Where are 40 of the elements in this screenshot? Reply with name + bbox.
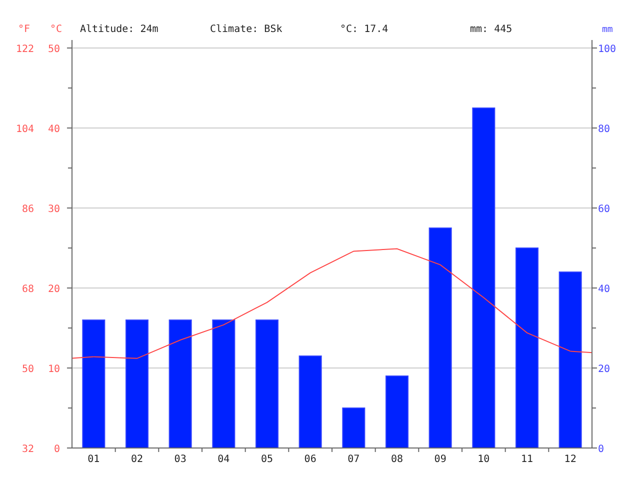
tick-label: 86	[22, 204, 34, 215]
tick-label: 10	[478, 454, 490, 465]
summary-text: Altitude: 24m	[80, 24, 158, 35]
tick-label: 03	[174, 454, 186, 465]
tick-label: 100	[598, 44, 616, 55]
tick-label: 11	[520, 454, 534, 465]
summary-text: Climate: BSk	[210, 24, 282, 35]
tick-label: 50	[48, 44, 60, 55]
tick-label: 0	[54, 444, 60, 455]
tick-label: 05	[260, 454, 274, 465]
tick-label: 0	[598, 444, 604, 455]
unit-label: mm	[602, 25, 613, 35]
tick-label: 09	[434, 454, 446, 465]
line-extension	[570, 350, 592, 354]
tick-label: 80	[598, 124, 610, 135]
tick-label: 60	[598, 204, 610, 215]
tick-label: 02	[130, 454, 144, 465]
tick-label: 32	[22, 444, 34, 455]
summary-text: °C: 17.4	[340, 24, 388, 35]
tick-label: 68	[22, 284, 34, 295]
tick-label: 104	[16, 124, 34, 135]
tick-label: 10	[48, 364, 60, 375]
tick-label: 20	[48, 284, 60, 295]
tick-label: 01	[88, 454, 100, 465]
precipitation-bar	[342, 408, 366, 448]
tick-label: 40	[48, 124, 60, 135]
unit-label: °F	[18, 24, 30, 35]
tick-label: 122	[16, 44, 34, 55]
tick-label: 30	[48, 204, 60, 215]
tick-label: 20	[598, 364, 610, 375]
tick-label: 08	[390, 454, 404, 465]
summary-text: mm: 445	[470, 24, 512, 35]
tick-label: 04	[218, 454, 230, 465]
tick-label: 40	[598, 284, 610, 295]
unit-label: °C	[50, 24, 62, 35]
tick-label: 06	[304, 454, 316, 465]
tick-label: 50	[22, 364, 34, 375]
line-extension	[72, 356, 94, 359]
tick-label: 07	[348, 454, 360, 465]
tick-label: 12	[564, 454, 576, 465]
